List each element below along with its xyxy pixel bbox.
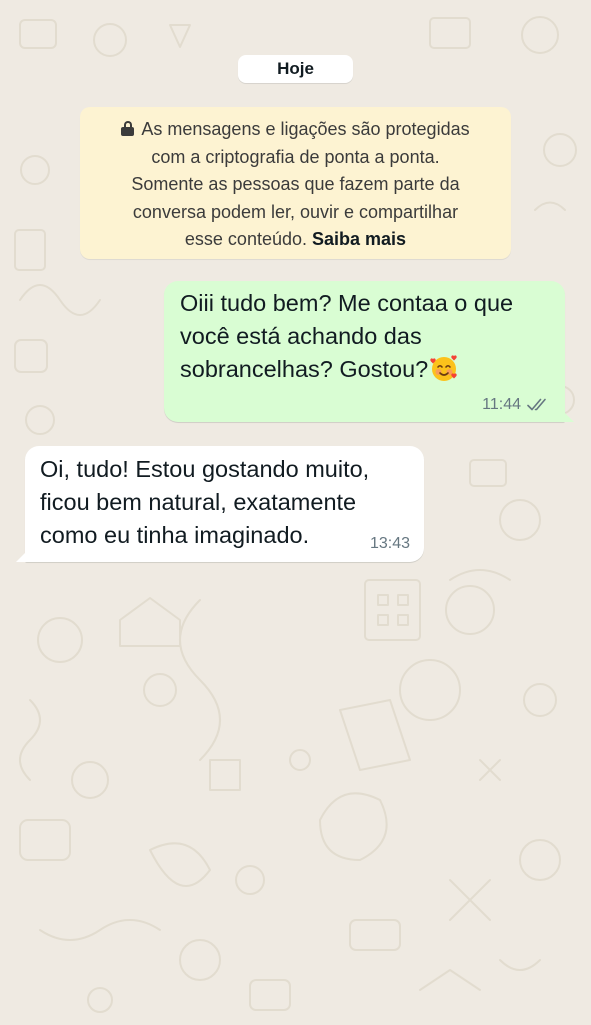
double-check-icon [527, 398, 546, 411]
date-divider: Hoje [238, 55, 353, 83]
encryption-notice-line: esse conteúdo. Saiba mais [184, 229, 407, 249]
message-text: Oi, tudo! Estou gostando muito, ficou bem… [40, 456, 370, 548]
encryption-notice[interactable]: As mensagens e ligações são protegidas c… [80, 107, 511, 259]
outgoing-message-bubble[interactable]: Oiii tudo bem? Me contaa o que você está … [164, 281, 574, 422]
incoming-message-bubble[interactable]: Oi, tudo! Estou gostando muito, ficou bem… [16, 446, 424, 562]
learn-more-link[interactable]: Saiba mais [312, 229, 406, 249]
encryption-notice-line: conversa podem ler, ouvir e compartilhar [132, 201, 459, 222]
message-meta: 11:44 [482, 396, 551, 414]
encryption-notice-line: com a criptografia de ponta a ponta. [151, 146, 440, 167]
message-text: Oiii tudo bem? Me contaa o que você está … [180, 290, 514, 382]
lock-icon [121, 121, 135, 136]
encryption-notice-line: As mensagens e ligações são protegidas [94, 116, 497, 144]
smiling-face-with-hearts-icon [430, 354, 458, 382]
message-time: 13:43 [369, 535, 410, 552]
encryption-notice-line: Somente as pessoas que fazem parte da [131, 174, 460, 194]
message-time: 11:44 [482, 396, 521, 413]
